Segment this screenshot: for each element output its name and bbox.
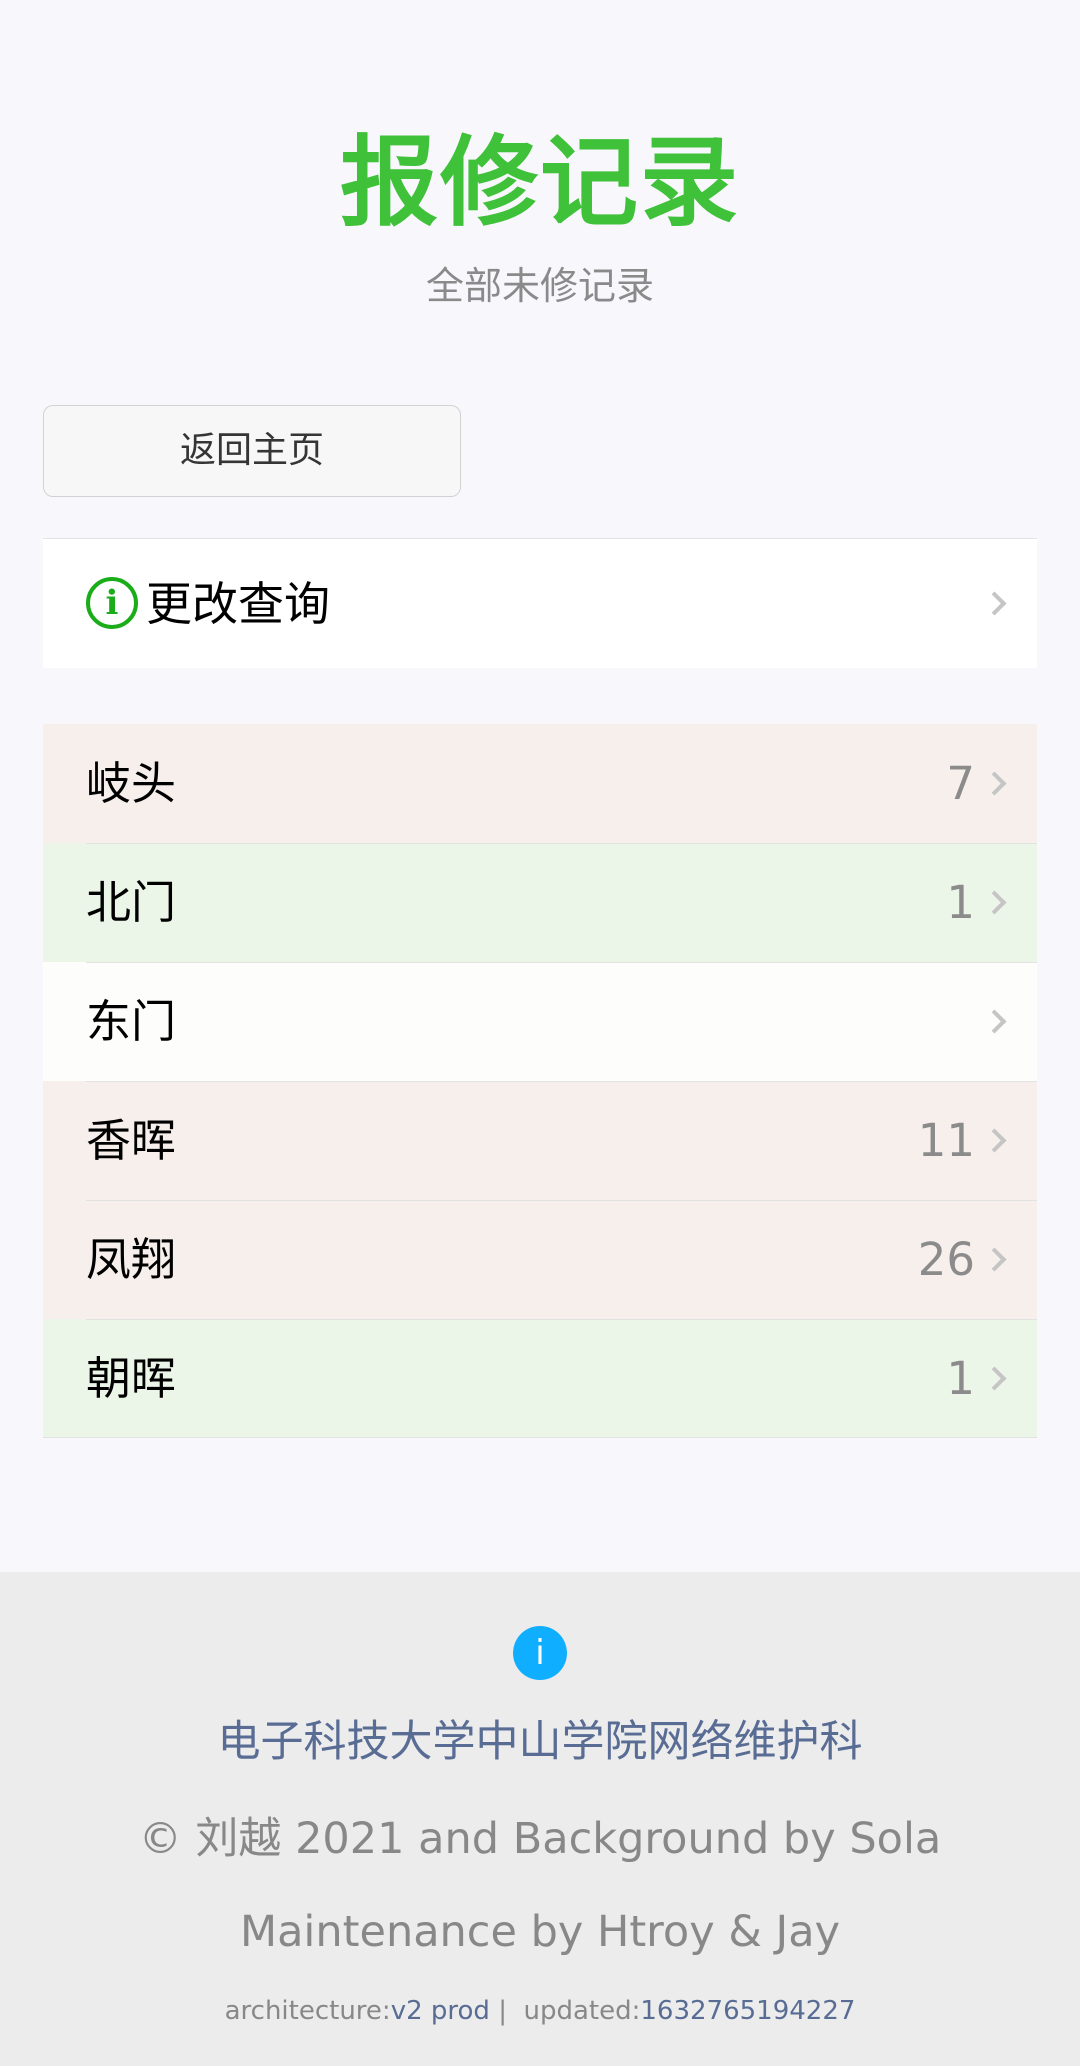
list-item-count: 7	[946, 757, 975, 810]
change-query-cell[interactable]: i 更改查询	[43, 538, 1037, 668]
list-item-label: 香晖	[86, 1114, 177, 1167]
updated-value: 1632765194227	[640, 1996, 856, 2026]
list-item[interactable]: 岐头 7	[43, 724, 1037, 843]
chevron-right-icon	[982, 890, 1007, 915]
list-item-label: 岐头	[86, 757, 177, 810]
architecture-label: architecture:	[224, 1996, 391, 2026]
list-item-label: 凤翔	[86, 1233, 177, 1286]
list-item[interactable]: 北门 1	[43, 843, 1037, 962]
footer-copyright: © 刘越 2021 and Background by Sola	[138, 1814, 942, 1864]
page-subtitle: 全部未修记录	[425, 264, 654, 308]
list-item-count: 26	[917, 1233, 975, 1286]
info-icon: i	[513, 1626, 567, 1680]
footer-org-link[interactable]: 电子科技大学中山学院网络维护科	[0, 1715, 1080, 1769]
chevron-right-icon	[982, 1366, 1007, 1391]
chevron-right-icon	[982, 1128, 1007, 1153]
page-title: 报修记录	[339, 126, 740, 240]
chevron-right-icon	[982, 771, 1007, 796]
chevron-right-icon	[982, 1009, 1007, 1034]
list-item-count: 1	[946, 876, 975, 929]
info-circle-icon: i	[86, 577, 138, 629]
footer-meta: architecture:v2 prod | updated:163276519…	[0, 1994, 1080, 2028]
list-item-count: 11	[917, 1114, 975, 1167]
list-item-label: 朝晖	[86, 1352, 177, 1405]
list-item-count: 1	[946, 1352, 975, 1405]
architecture-value: v2 prod	[390, 1996, 490, 2026]
footer: i 电子科技大学中山学院网络维护科 © 刘越 2021 and Backgrou…	[0, 1572, 1080, 2066]
back-home-button[interactable]: 返回主页	[43, 405, 461, 497]
chevron-right-icon	[982, 591, 1007, 616]
list-item[interactable]: 凤翔 26	[43, 1200, 1037, 1319]
footer-separator: |	[498, 1996, 507, 2026]
chevron-right-icon	[982, 1247, 1007, 1272]
list-item-label: 北门	[86, 876, 177, 929]
list-item[interactable]: 香晖 11	[43, 1081, 1037, 1200]
change-query-label: 更改查询	[146, 577, 330, 631]
footer-maintenance: Maintenance by Htroy & Jay	[239, 1907, 841, 1957]
list-item[interactable]: 东门	[43, 962, 1037, 1081]
list-item-label: 东门	[86, 995, 177, 1048]
updated-label: updated:	[523, 1996, 641, 2026]
area-list: 岐头 7 北门 1 东门 香晖 11 凤翔 26 朝晖 1	[43, 724, 1037, 1438]
list-item[interactable]: 朝晖 1	[43, 1319, 1037, 1438]
